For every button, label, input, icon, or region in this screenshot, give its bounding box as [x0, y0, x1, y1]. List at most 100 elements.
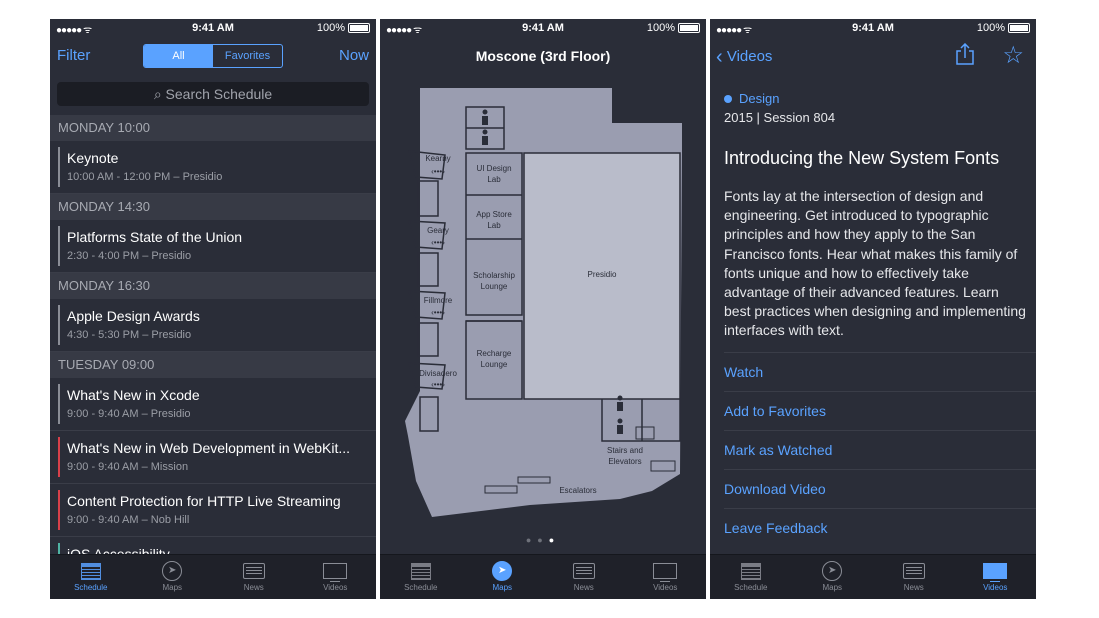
- session-title: Apple Design Awards: [67, 308, 200, 324]
- search-input[interactable]: ⌕ Search Schedule: [57, 82, 369, 106]
- tab-label: News: [903, 583, 924, 592]
- session-subtitle: 9:00 - 9:40 AM – Mission: [67, 461, 189, 473]
- battery-indicator: 100%: [647, 22, 700, 34]
- battery-icon: [348, 23, 370, 34]
- room-ui-design-lab: UI Design: [476, 164, 511, 173]
- tab-label: Schedule: [734, 583, 768, 592]
- session-info: 2015 | Session 804: [724, 110, 836, 125]
- section-header: MONDAY 10:00: [50, 115, 376, 141]
- calendar-icon: [410, 562, 431, 580]
- status-bar: ●●●●● ᯤ 9:41 AM 100%: [710, 19, 1036, 37]
- tab-videos[interactable]: Videos: [295, 555, 377, 599]
- tab-label: News: [573, 583, 594, 592]
- session-title: Platforms State of the Union: [67, 229, 243, 245]
- segment-favorites[interactable]: Favorites: [213, 45, 282, 67]
- session-subtitle: 9:00 - 9:40 AM – Nob Hill: [67, 514, 190, 526]
- page-title: Moscone (3rd Floor): [475, 48, 611, 64]
- tab-videos[interactable]: Videos: [955, 555, 1037, 599]
- tab-schedule[interactable]: Schedule: [710, 555, 792, 599]
- track-color-bar: [58, 147, 60, 187]
- list-item[interactable]: Platforms State of the Union 2:30 - 4:00…: [50, 220, 376, 273]
- leave-feedback-button[interactable]: Leave Feedback: [724, 508, 1036, 547]
- tab-news[interactable]: News: [543, 555, 625, 599]
- tab-maps[interactable]: ➤ Maps: [132, 555, 214, 599]
- tv-icon: [323, 563, 348, 582]
- newspaper-icon: [902, 563, 925, 579]
- session-subtitle: 2:30 - 4:00 PM – Presidio: [67, 250, 192, 262]
- session-title: Keynote: [67, 150, 119, 166]
- list-item[interactable]: What's New in Web Development in WebKit.…: [50, 431, 376, 484]
- search-icon: ⌕: [153, 86, 162, 102]
- tab-label: Videos: [323, 583, 348, 592]
- list-item[interactable]: What's New in Xcode 9:00 - 9:40 AM – Pre…: [50, 378, 376, 431]
- room-recharge-lounge: Recharge: [477, 349, 512, 358]
- tab-videos[interactable]: Videos: [625, 555, 707, 599]
- room-kearny: Kearny: [425, 154, 450, 163]
- compass-icon: ➤: [162, 561, 183, 581]
- room-scholarship-lounge: Scholarship: [473, 271, 515, 280]
- video-navbar: ‹ Videos ☆: [710, 37, 1036, 75]
- video-detail-screen: ●●●●● ᯤ 9:41 AM 100% ‹ Videos ☆ Design 2…: [710, 19, 1036, 599]
- battery-indicator: 100%: [317, 22, 370, 34]
- list-item[interactable]: Keynote 10:00 AM - 12:00 PM – Presidio: [50, 141, 376, 194]
- list-item[interactable]: iOS Accessibility: [50, 537, 376, 554]
- calendar-icon: [80, 562, 101, 580]
- tab-bar: Schedule ➤ Maps News Videos: [50, 554, 376, 599]
- track-color-bar: [58, 305, 60, 345]
- tab-maps[interactable]: ➤ Maps: [792, 555, 874, 599]
- section-header: MONDAY 14:30: [50, 194, 376, 220]
- tab-schedule[interactable]: Schedule: [50, 555, 132, 599]
- schedule-screen: ●●●●● ᯤ 9:41 AM 100% Filter All Favorite…: [50, 19, 376, 599]
- back-button[interactable]: ‹ Videos: [716, 46, 772, 69]
- list-item[interactable]: Apple Design Awards 4:30 - 5:30 PM – Pre…: [50, 299, 376, 352]
- tab-schedule[interactable]: Schedule: [380, 555, 462, 599]
- room-stairs-elevators: Elevators: [608, 457, 641, 466]
- track-color-bar: [58, 543, 60, 554]
- compass-icon: ➤: [492, 561, 513, 581]
- tab-bar: Schedule ➤ Maps News Videos: [710, 554, 1036, 599]
- tab-label: News: [243, 583, 264, 592]
- schedule-list[interactable]: MONDAY 10:00 Keynote 10:00 AM - 12:00 PM…: [50, 115, 376, 554]
- download-video-button[interactable]: Download Video: [724, 469, 1036, 508]
- floor-map[interactable]: Kearny ‹•••› Geary ‹•••› Fillmore ‹•••› …: [380, 81, 706, 521]
- session-title: Content Protection for HTTP Live Streami…: [67, 493, 341, 509]
- video-description: Fonts lay at the intersection of design …: [724, 188, 1026, 339]
- tab-maps[interactable]: ➤ Maps: [462, 555, 544, 599]
- room-escalators: Escalators: [559, 486, 596, 495]
- tab-label: Schedule: [74, 583, 108, 592]
- page-indicator[interactable]: ●●●: [380, 535, 706, 545]
- session-subtitle: 4:30 - 5:30 PM – Presidio: [67, 329, 192, 341]
- room-app-store-lab: App Store: [476, 210, 512, 219]
- chevron-left-icon: ‹: [716, 46, 723, 68]
- tab-news[interactable]: News: [213, 555, 295, 599]
- track-color-bar: [58, 384, 60, 424]
- track-label: Design: [724, 91, 779, 106]
- maps-navbar: Moscone (3rd Floor): [380, 37, 706, 75]
- tv-icon: [653, 563, 678, 582]
- list-item[interactable]: Content Protection for HTTP Live Streami…: [50, 484, 376, 537]
- tv-icon: [983, 563, 1008, 582]
- add-to-favorites-button[interactable]: Add to Favorites: [724, 391, 1036, 430]
- battery-icon: [1008, 23, 1030, 34]
- search-placeholder: Search Schedule: [165, 86, 273, 102]
- star-icon[interactable]: ☆: [1002, 41, 1024, 70]
- watch-button[interactable]: Watch: [724, 352, 1036, 391]
- now-button[interactable]: Now: [339, 47, 369, 64]
- track-color-dot: [724, 95, 732, 103]
- share-icon[interactable]: [956, 43, 974, 65]
- tab-label: Maps: [162, 583, 183, 592]
- section-header: MONDAY 16:30: [50, 273, 376, 299]
- schedule-segmented-control[interactable]: All Favorites: [143, 44, 283, 68]
- segment-all[interactable]: All: [144, 45, 213, 67]
- door-icon: ‹•••›: [431, 167, 445, 176]
- tab-news[interactable]: News: [873, 555, 955, 599]
- action-list: Watch Add to Favorites Mark as Watched D…: [724, 352, 1036, 547]
- battery-icon: [678, 23, 700, 34]
- mark-as-watched-button[interactable]: Mark as Watched: [724, 430, 1036, 469]
- room-presidio: Presidio: [588, 270, 617, 279]
- session-subtitle: 9:00 - 9:40 AM – Presidio: [67, 408, 191, 420]
- filter-button[interactable]: Filter: [57, 47, 90, 64]
- tab-label: Videos: [983, 583, 1008, 592]
- track-color-bar: [58, 226, 60, 266]
- door-icon: ‹•••›: [431, 238, 445, 247]
